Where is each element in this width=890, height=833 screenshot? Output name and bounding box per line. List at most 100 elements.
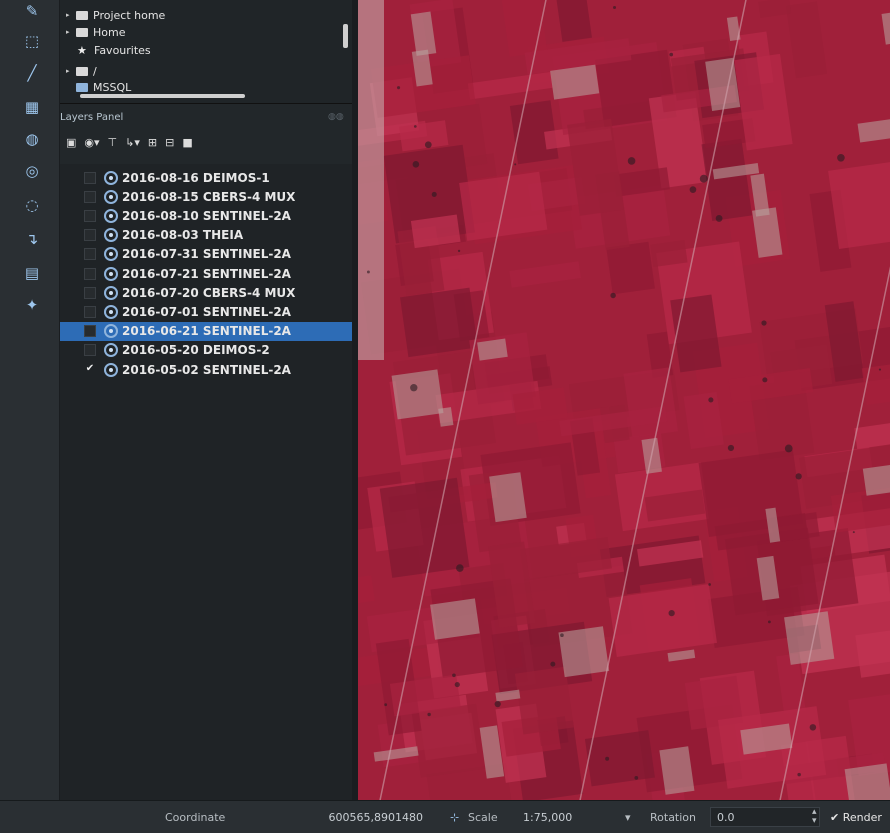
- layer-label: 2016-06-21 SENTINEL-2A: [122, 324, 291, 339]
- raster-layer-icon: [104, 304, 118, 319]
- layer-label: 2016-07-20 CBERS-4 MUX: [122, 285, 296, 300]
- layer-visibility-checkbox[interactable]: [84, 286, 96, 299]
- filter-icon[interactable]: ⊤: [108, 136, 118, 152]
- add-spatialite-icon[interactable]: ▤: [20, 262, 44, 284]
- browser-item[interactable]: ▸ /: [66, 64, 97, 78]
- browser-vertical-scrollbar[interactable]: [343, 24, 348, 48]
- raster-layer-icon: [104, 285, 118, 300]
- digitize-icon[interactable]: ✎: [20, 0, 44, 22]
- layers-panel: Layers Panel ◍◍ ▣ ◉▾ ⊤ ↳▾ ⊞ ⊟ ■ 2016-08-…: [60, 104, 357, 800]
- coordinate-label: Coordinate: [165, 811, 226, 824]
- raster-layer-icon: [104, 170, 118, 185]
- browser-item-label: Favourites: [94, 43, 151, 57]
- layer-label: 2016-05-02 SENTINEL-2A: [122, 362, 291, 377]
- layer-visibility-checkbox[interactable]: [84, 248, 96, 261]
- scale-field[interactable]: 1:75,000: [516, 807, 636, 827]
- layer-label: 2016-08-15 CBERS-4 MUX: [122, 189, 296, 204]
- folder-icon: [76, 10, 88, 20]
- browser-horizontal-scrollbar[interactable]: [80, 94, 245, 98]
- coordinate-field[interactable]: 600565,8901480: [240, 807, 430, 827]
- layer-item[interactable]: 2016-07-20 CBERS-4 MUX: [60, 283, 352, 302]
- layer-item[interactable]: 2016-05-20 DEIMOS-2: [60, 341, 352, 360]
- layer-visibility-checkbox[interactable]: [84, 267, 96, 280]
- browser-panel: ▸ Project home ▸ Home ★ Favourites ▸ / MSSQL: [60, 0, 357, 104]
- layer-tree: 2016-08-16 DEIMOS-1 2016-08-15 CBERS-4 MU…: [60, 164, 352, 800]
- scale-dropdown-icon[interactable]: ▾: [625, 811, 631, 824]
- browser-item[interactable]: ★ Favourites: [66, 43, 151, 57]
- layer-label: 2016-07-01 SENTINEL-2A: [122, 304, 291, 319]
- layer-item[interactable]: 2016-08-03 THEIA: [60, 226, 352, 245]
- layer-visibility-checkbox[interactable]: [84, 229, 96, 242]
- layer-visibility-checkbox[interactable]: [84, 190, 96, 203]
- expand-arrow-icon[interactable]: ▸: [66, 28, 74, 36]
- folder-icon: [76, 27, 88, 37]
- add-line-icon[interactable]: ╱: [20, 62, 44, 84]
- filter-expression-icon[interactable]: ↳▾: [125, 136, 140, 152]
- layer-item[interactable]: 2016-08-10 SENTINEL-2A: [60, 206, 352, 225]
- layer-label: 2016-08-16 DEIMOS-1: [122, 170, 270, 185]
- open-layer-styling-icon[interactable]: ▣: [66, 136, 76, 152]
- layer-label: 2016-07-31 SENTINEL-2A: [122, 247, 291, 262]
- browser-item-label: /: [93, 64, 97, 78]
- layer-label: 2016-08-03 THEIA: [122, 228, 244, 243]
- browser-item-label: MSSQL: [93, 80, 132, 94]
- browser-item-label: Home: [93, 25, 126, 39]
- rotation-spinner-icon[interactable]: ▴ ▾: [812, 808, 817, 826]
- status-bar: Coordinate 600565,8901480 ⊹ Scale 1:75,0…: [0, 800, 890, 833]
- expand-arrow-icon[interactable]: ▸: [66, 67, 74, 75]
- remove-layer-icon[interactable]: ■: [182, 136, 192, 152]
- layer-label: 2016-08-10 SENTINEL-2A: [122, 208, 291, 223]
- layer-item[interactable]: 2016-07-21 SENTINEL-2A: [60, 264, 352, 283]
- layer-visibility-checkbox[interactable]: [84, 325, 96, 338]
- layer-label: 2016-07-21 SENTINEL-2A: [122, 266, 291, 281]
- add-wcs-icon[interactable]: ◌: [20, 194, 44, 216]
- browser-item[interactable]: ▸ Home: [66, 25, 125, 39]
- add-wfs-icon[interactable]: ◎: [20, 160, 44, 182]
- render-checkbox[interactable]: ✔ Render: [830, 811, 882, 824]
- layer-visibility-checkbox[interactable]: [84, 171, 96, 184]
- raster-layer-icon: [104, 266, 118, 281]
- satellite-imagery: [358, 0, 890, 800]
- browser-item[interactable]: ▸ Project home: [66, 8, 165, 22]
- browser-item[interactable]: MSSQL: [66, 80, 131, 94]
- new-layer-icon[interactable]: ✦: [20, 294, 44, 316]
- visibility-icon[interactable]: ◉▾: [84, 136, 99, 152]
- collapse-all-icon[interactable]: ⊟: [165, 136, 174, 152]
- render-label: Render: [842, 811, 882, 824]
- layers-toolbar: ▣ ◉▾ ⊤ ↳▾ ⊞ ⊟ ■: [66, 136, 193, 152]
- left-toolbar: ✎ ⬚ ╱ ▦ ◍ ◎ ◌ ↴ ▤ ✦: [0, 0, 60, 800]
- layer-visibility-checkbox[interactable]: [84, 344, 96, 357]
- layer-item[interactable]: 2016-08-16 DEIMOS-1: [60, 168, 352, 187]
- layer-item[interactable]: 2016-07-01 SENTINEL-2A: [60, 302, 352, 321]
- add-wms-icon[interactable]: ◍: [20, 128, 44, 150]
- raster-layer-icon: [104, 228, 118, 243]
- layer-visibility-checkbox[interactable]: [84, 209, 96, 222]
- panel-close-icon[interactable]: ◍◍: [328, 112, 344, 122]
- layer-item[interactable]: 2016-07-31 SENTINEL-2A: [60, 245, 352, 264]
- layer-item[interactable]: 2016-06-21 SENTINEL-2A: [60, 321, 352, 341]
- add-delimited-icon[interactable]: ↴: [20, 228, 44, 250]
- raster-layer-icon: [104, 247, 118, 262]
- map-canvas[interactable]: [358, 0, 890, 800]
- layer-visibility-checkbox[interactable]: [84, 305, 96, 318]
- expand-all-icon[interactable]: ⊞: [148, 136, 157, 152]
- raster-layer-icon: [104, 362, 118, 377]
- layer-item[interactable]: 2016-08-15 CBERS-4 MUX: [60, 187, 352, 206]
- add-vector-icon[interactable]: ⬚: [20, 30, 44, 52]
- raster-layer-icon: [104, 208, 118, 223]
- raster-layer-icon: [104, 324, 118, 339]
- browser-item-label: Project home: [93, 8, 166, 22]
- layer-item[interactable]: ✔ 2016-05-02 SENTINEL-2A: [60, 360, 352, 379]
- folder-icon: [76, 66, 88, 76]
- layer-visibility-checkbox[interactable]: ✔: [84, 363, 96, 376]
- add-raster-icon[interactable]: ▦: [20, 96, 44, 118]
- layer-label: 2016-05-20 DEIMOS-2: [122, 343, 270, 358]
- database-icon: [76, 82, 88, 92]
- raster-layer-icon: [104, 343, 118, 358]
- rotation-label: Rotation: [650, 811, 697, 824]
- scale-label: Scale: [468, 811, 498, 824]
- star-icon: ★: [77, 43, 87, 57]
- rotation-field[interactable]: 0.0: [710, 807, 820, 827]
- layers-panel-title: Layers Panel: [60, 112, 124, 123]
- expand-arrow-icon[interactable]: ▸: [66, 11, 74, 19]
